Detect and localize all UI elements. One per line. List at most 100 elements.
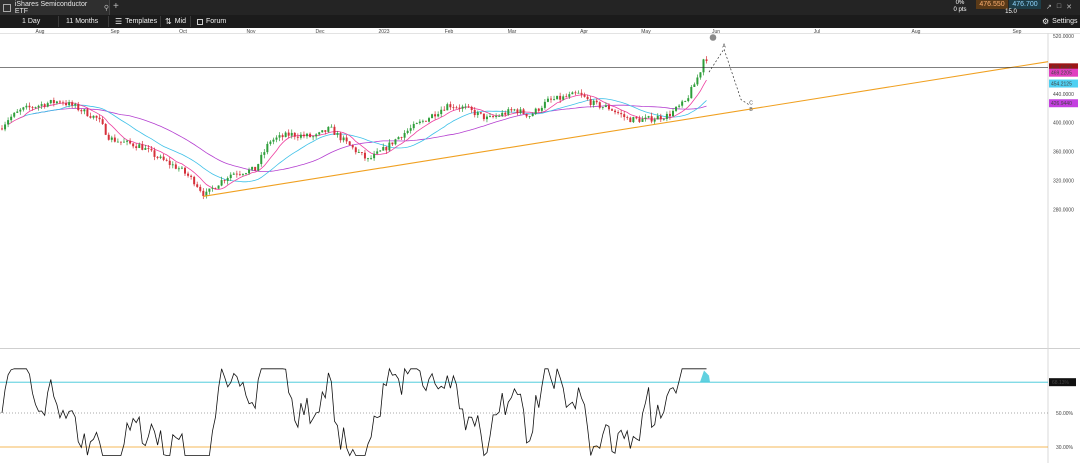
candle-body <box>391 142 394 145</box>
change-pts: 0 pts <box>953 7 967 13</box>
close-icon[interactable]: ✕ <box>1066 3 1072 11</box>
candle-body <box>501 112 504 116</box>
candle-body <box>211 187 214 189</box>
candle-body <box>394 139 397 145</box>
lock-icon[interactable]: □ <box>1057 3 1061 11</box>
candle-body <box>107 134 110 140</box>
candle-body <box>147 148 150 149</box>
oscillator-panel[interactable]: 68.13% 50.00% 30.00% <box>0 348 1080 463</box>
candle-body <box>62 102 64 104</box>
candle-body <box>68 102 71 106</box>
candle-body <box>659 116 662 120</box>
candle-body <box>208 188 211 192</box>
candle-body <box>13 112 16 117</box>
candle-body <box>699 72 702 78</box>
candle-body <box>617 112 620 114</box>
candle-body <box>382 146 385 151</box>
settings-button[interactable]: ⚙ Settings <box>1042 15 1077 28</box>
candle-body <box>98 117 101 120</box>
candle-body <box>190 175 193 177</box>
alert-bell-icon[interactable] <box>709 34 717 41</box>
candle-body <box>379 150 382 152</box>
candle-body <box>534 108 537 114</box>
search-icon[interactable]: ⚲ <box>104 4 109 12</box>
candle-body <box>248 169 251 174</box>
price-axis-label: 400.0000 <box>1053 121 1074 127</box>
candle-body <box>351 145 354 148</box>
forum-icon <box>197 18 203 25</box>
candle-body <box>577 92 580 94</box>
candle-body <box>696 77 699 85</box>
change-pct: 0% <box>955 0 965 6</box>
candle-body <box>144 148 147 150</box>
candle-body <box>159 156 162 158</box>
candle-body <box>546 98 549 102</box>
interval-dropdown[interactable]: 1 Day <box>22 15 40 28</box>
bid-price-button[interactable]: 476.550 <box>976 0 1008 9</box>
candle-body <box>214 187 217 189</box>
candle-body <box>550 98 552 100</box>
candle-body <box>156 156 159 158</box>
candle-body <box>495 116 498 117</box>
price-chart[interactable]: Aug Sep Oct Nov Dec 2023 Feb Mar Apr May Jun Jul Aug… <box>0 28 1080 348</box>
price-axis-label: 520.0000 <box>1053 34 1074 40</box>
candle-body <box>354 147 357 153</box>
candle-body <box>681 101 684 106</box>
mid-icon: ⇅ <box>165 17 172 26</box>
candle-body <box>174 164 177 169</box>
ask-price-button[interactable]: 476.700 <box>1009 0 1041 9</box>
candle-body <box>571 92 574 95</box>
candle-body <box>10 116 13 121</box>
candle-body <box>241 174 244 175</box>
candle-body <box>80 110 83 112</box>
divider <box>160 16 161 27</box>
candle-body <box>55 101 58 104</box>
candle-body <box>434 114 437 117</box>
plus-icon[interactable]: + <box>113 2 119 12</box>
candle-body <box>583 94 586 97</box>
candle-body <box>424 120 427 122</box>
templates-button[interactable]: ☰ Templates <box>115 15 157 28</box>
candle-body <box>71 102 74 106</box>
candle-body <box>598 102 601 108</box>
candle-body <box>138 144 141 148</box>
price-type-dropdown[interactable]: ⇅ Mid <box>165 15 186 28</box>
candle-body <box>635 117 638 119</box>
candle-body <box>19 109 22 112</box>
popout-icon[interactable]: ↗ <box>1046 3 1052 11</box>
range-dropdown[interactable]: 11 Months <box>66 15 98 28</box>
candle-body <box>464 106 467 108</box>
month-label: Feb <box>445 29 454 35</box>
candle-body <box>415 123 418 124</box>
candle-body <box>345 137 348 142</box>
instrument-tab[interactable]: iShares Semiconductor ETF ⚲ <box>0 0 110 15</box>
month-label: Aug <box>36 29 45 35</box>
candle-body <box>626 117 629 118</box>
forum-button[interactable]: Forum <box>197 15 226 28</box>
candle-body <box>37 105 40 108</box>
candle-body <box>202 190 205 197</box>
candle-body <box>397 137 400 140</box>
candle-body <box>473 110 476 116</box>
candle-body <box>370 158 373 159</box>
candle-body <box>586 96 589 100</box>
candle-body <box>238 174 241 176</box>
candle-body <box>403 132 406 138</box>
candle-body <box>559 95 562 100</box>
title-bar: iShares Semiconductor ETF ⚲ + 0% 0 pts 4… <box>0 0 1080 15</box>
candle-body <box>49 100 52 104</box>
candle-body <box>199 186 202 191</box>
candle-body <box>446 104 449 111</box>
candle-body <box>101 119 104 124</box>
candle-body <box>540 107 543 111</box>
candle-body <box>537 108 540 111</box>
candle-body <box>4 124 7 130</box>
candle-body <box>412 123 415 129</box>
candle-body <box>531 113 534 117</box>
divider <box>108 16 109 27</box>
candle-body <box>272 139 275 142</box>
osc-level-label: 30.00% <box>1056 445 1074 451</box>
candle-body <box>333 126 336 135</box>
instrument-title: iShares Semiconductor ETF <box>14 0 88 15</box>
window-controls: ↗ □ ✕ <box>1046 3 1072 11</box>
